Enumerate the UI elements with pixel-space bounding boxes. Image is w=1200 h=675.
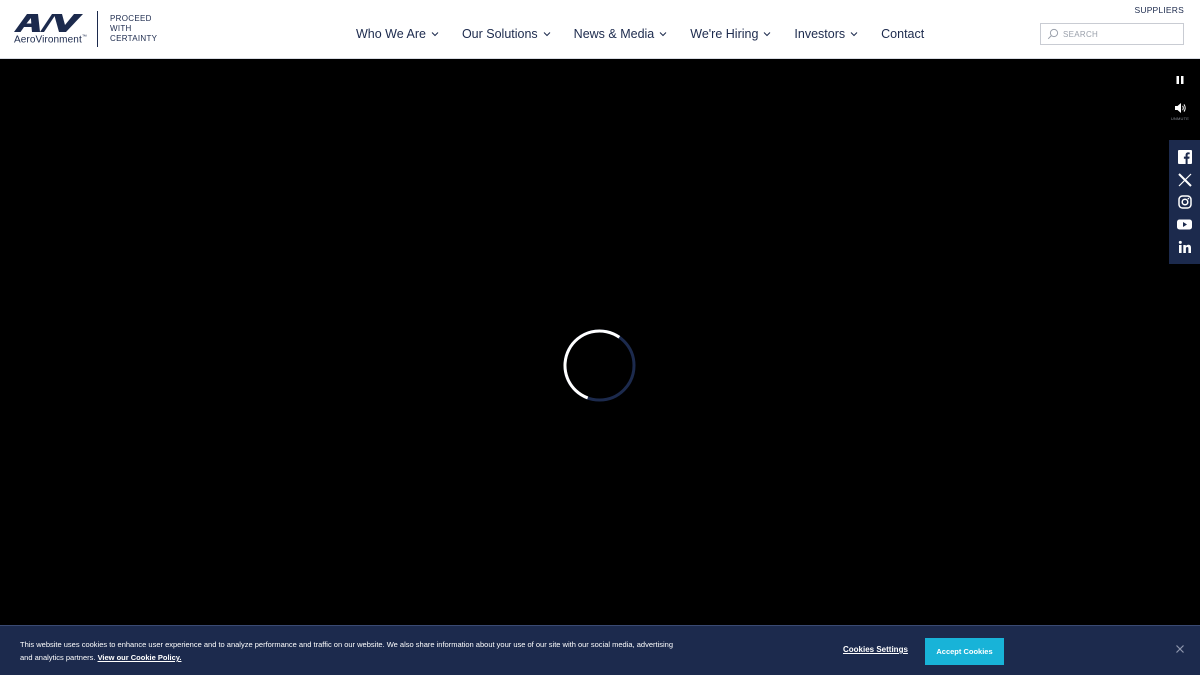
- nav-item-were-hiring[interactable]: We're Hiring: [690, 27, 771, 41]
- social-sidebar: [1169, 140, 1200, 264]
- nav-item-contact[interactable]: Contact: [881, 27, 924, 41]
- pause-icon: [1176, 76, 1184, 84]
- search-icon: [1047, 28, 1059, 40]
- loading-spinner-icon: [563, 329, 636, 402]
- unmute-caption: UNMUTE: [1170, 116, 1190, 121]
- x-twitter-icon: [1177, 173, 1192, 187]
- youtube-icon: [1177, 219, 1192, 230]
- tagline-line: WITH: [110, 24, 132, 33]
- facebook-icon: [1177, 150, 1192, 165]
- chevron-down-icon: [659, 32, 667, 37]
- cookie-policy-link[interactable]: View our Cookie Policy.: [98, 653, 182, 662]
- nav-item-label: Who We Are: [356, 27, 426, 41]
- pause-button[interactable]: [1168, 68, 1192, 92]
- logo-divider: [97, 11, 98, 47]
- cookies-settings-button[interactable]: Cookies Settings: [843, 645, 908, 654]
- chevron-down-icon: [764, 32, 771, 37]
- logo-wordmark: AeroVironment™: [14, 34, 87, 46]
- main-nav: Who We Are Our Solutions News & Media We…: [356, 24, 924, 44]
- nav-item-label: Our Solutions: [461, 27, 538, 41]
- chevron-down-icon: [850, 32, 858, 37]
- close-icon[interactable]: [1174, 643, 1186, 655]
- chevron-down-icon: [543, 32, 551, 37]
- x-twitter-link[interactable]: [1169, 169, 1200, 192]
- nav-item-who-we-are[interactable]: Who We Are: [356, 27, 439, 41]
- tagline-line: PROCEED: [110, 14, 152, 23]
- accept-cookies-button[interactable]: Accept Cookies: [925, 638, 1004, 665]
- search-input[interactable]: [1063, 29, 1173, 39]
- cookie-message: This website uses cookies to enhance use…: [20, 638, 680, 664]
- cookie-banner: This website uses cookies to enhance use…: [0, 625, 1200, 675]
- tagline-line: CERTAINTY: [110, 34, 158, 43]
- site-header: AeroVironment™ PROCEED WITH CERTAINTY Wh…: [0, 0, 1200, 59]
- video-controls: UNMUTE: [1168, 68, 1192, 121]
- tagline: PROCEED WITH CERTAINTY: [110, 14, 190, 44]
- nav-item-label: Contact: [881, 27, 925, 41]
- search-box[interactable]: [1040, 23, 1184, 45]
- suppliers-link[interactable]: SUPPLIERS: [1134, 5, 1184, 15]
- youtube-link[interactable]: [1169, 214, 1200, 237]
- av-logo-mark: [14, 14, 83, 32]
- nav-item-label: News & Media: [573, 27, 655, 41]
- facebook-link[interactable]: [1169, 146, 1200, 169]
- linkedin-link[interactable]: [1169, 236, 1200, 259]
- linkedin-icon: [1178, 241, 1191, 254]
- aerovironment-logo[interactable]: AeroVironment™: [14, 13, 90, 47]
- instagram-link[interactable]: [1169, 191, 1200, 214]
- volume-icon: [1174, 103, 1186, 113]
- nav-item-news-media[interactable]: News & Media: [574, 27, 668, 41]
- nav-item-investors[interactable]: Investors: [794, 27, 858, 41]
- chevron-down-icon: [431, 32, 439, 37]
- instagram-icon: [1177, 195, 1192, 209]
- nav-item-label: We're Hiring: [690, 27, 759, 41]
- nav-item-label: Investors: [794, 27, 846, 41]
- nav-item-our-solutions[interactable]: Our Solutions: [462, 27, 551, 41]
